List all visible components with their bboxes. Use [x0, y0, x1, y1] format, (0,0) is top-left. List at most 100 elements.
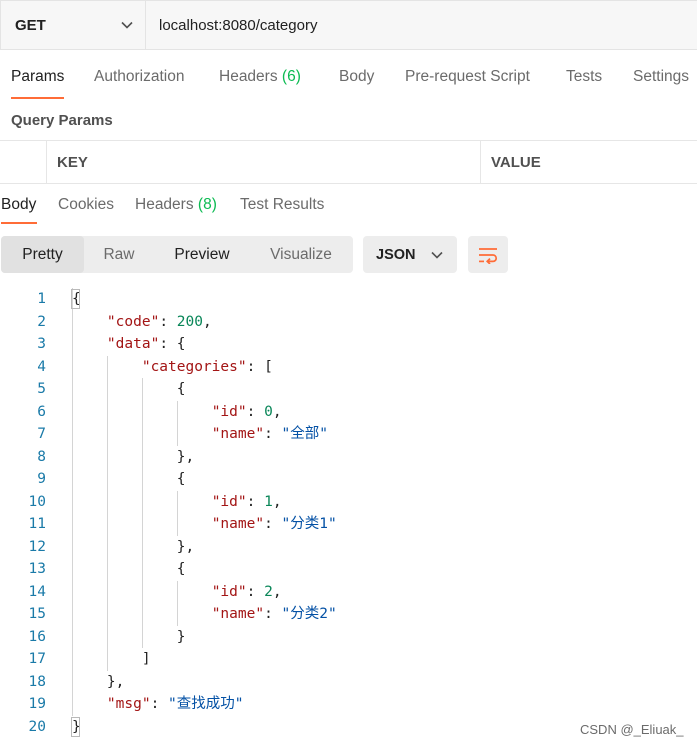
code-line: 5 {: [0, 378, 697, 401]
code-text: },: [72, 538, 195, 555]
code-line: 4 "categories": [: [0, 356, 697, 379]
active-tab-underline: [11, 97, 64, 99]
tab-count: (6): [281, 68, 301, 85]
line-number: 16: [28, 628, 46, 645]
code-line: 16 }: [0, 626, 697, 649]
visualize-button[interactable]: Visualize: [255, 236, 347, 273]
tab-label: Cookies: [58, 196, 114, 213]
line-number: 2: [37, 313, 46, 330]
code-text: {: [72, 381, 186, 397]
chevron-down-icon: [431, 251, 443, 259]
url-input[interactable]: localhost:8080/category: [146, 17, 317, 34]
tab-headers[interactable]: Headers (6): [219, 68, 301, 86]
pretty-button[interactable]: Pretty: [1, 236, 84, 273]
bracket-match-highlight: [71, 289, 80, 309]
line-number: 1: [37, 291, 46, 307]
code-text: "code": 200,: [106, 313, 212, 330]
request-bar: GET localhost:8080/category: [0, 0, 697, 50]
code-text: },: [72, 448, 195, 465]
raw-button[interactable]: Raw: [89, 236, 149, 273]
format-select[interactable]: JSON: [363, 236, 457, 273]
indent-guide: [177, 490, 178, 536]
chevron-down-icon: [121, 21, 133, 29]
line-number: 4: [37, 358, 46, 375]
code-line: 12 },: [0, 536, 697, 559]
code-line: 3 "data": {: [0, 333, 697, 356]
code-line: 1{: [0, 288, 697, 311]
key-column-header: KEY: [46, 141, 480, 183]
code-line: 18 },: [0, 671, 697, 694]
tab-count: (8): [197, 196, 217, 213]
code-text: ]: [72, 651, 151, 667]
code-text: {: [72, 561, 186, 577]
line-number: 17: [28, 651, 46, 667]
tab-authorization[interactable]: Authorization: [94, 68, 184, 86]
code-line: 19 "msg": "查找成功": [0, 693, 697, 716]
line-number: 7: [37, 426, 46, 442]
request-tabs: Params Authorization Headers (6) Body Pr…: [0, 68, 697, 102]
tab-label: Params: [11, 68, 65, 85]
line-number: 6: [37, 403, 46, 420]
code-text: },: [72, 673, 125, 690]
code-line: 2 "code": 200,: [0, 311, 697, 334]
method-select[interactable]: GET: [1, 1, 146, 49]
code-line: 17 ]: [0, 648, 697, 671]
code-line: 8 },: [0, 446, 697, 469]
code-line: 14 "id": 2,: [0, 581, 697, 604]
tab-label: Pre-request Script: [405, 68, 530, 85]
wrap-lines-icon: [479, 247, 497, 264]
code-line: 10 "id": 1,: [0, 491, 697, 514]
code-text: "name": "分类2": [211, 606, 337, 622]
tab-label: Headers: [219, 68, 278, 85]
tab-label: Authorization: [94, 68, 185, 85]
tab-label: Settings: [633, 68, 690, 85]
tab-response-headers[interactable]: Headers (8): [135, 196, 217, 214]
tab-test-results[interactable]: Test Results: [240, 196, 324, 214]
line-number: 18: [28, 673, 46, 690]
code-line: 7 "name": "全部": [0, 423, 697, 446]
line-number: 8: [37, 448, 46, 465]
tab-tests[interactable]: Tests: [566, 68, 602, 86]
bracket-match-highlight: [71, 716, 80, 737]
tab-label: Body: [339, 68, 375, 85]
code-line: 9 {: [0, 468, 697, 491]
indent-guide: [107, 355, 108, 671]
tab-label: Tests: [566, 68, 603, 85]
wrap-lines-button[interactable]: [468, 236, 508, 273]
code-line: 6 "id": 0,: [0, 401, 697, 424]
preview-button[interactable]: Preview: [163, 236, 241, 273]
tab-label: Headers: [135, 196, 194, 213]
line-number: 14: [28, 583, 46, 600]
code-line: 15 "name": "分类2": [0, 603, 697, 626]
code-text: "data": {: [106, 336, 186, 352]
code-text: "categories": [: [141, 358, 273, 375]
indent-guide: [177, 580, 178, 626]
tab-label: Test Results: [240, 196, 325, 213]
line-number: 12: [28, 538, 46, 555]
response-tabs: Body Cookies Headers (8) Test Results: [0, 196, 697, 226]
line-number: 20: [28, 718, 46, 735]
code-text: "msg": "查找成功": [106, 696, 244, 712]
code-text: }: [72, 628, 186, 645]
active-response-tab-underline: [1, 222, 37, 224]
line-number: 10: [28, 493, 46, 510]
tab-pre-request-script[interactable]: Pre-request Script: [405, 68, 530, 86]
code-text: "name": "全部": [211, 426, 329, 442]
view-mode-group: Pretty Raw Preview Visualize: [1, 236, 353, 273]
line-number: 3: [37, 336, 46, 352]
method-label: GET: [15, 16, 46, 34]
indent-guide: [177, 400, 178, 446]
line-number: 15: [28, 606, 46, 622]
indent-guide: [142, 378, 143, 648]
tab-response-body[interactable]: Body: [1, 196, 36, 214]
line-number: 5: [37, 381, 46, 397]
format-label: JSON: [376, 246, 416, 263]
query-params-table: KEY VALUE: [0, 140, 697, 184]
line-number: 19: [28, 696, 46, 712]
watermark: CSDN @_Eliuak_: [580, 722, 684, 737]
tab-settings[interactable]: Settings: [633, 68, 689, 86]
tab-body[interactable]: Body: [339, 68, 374, 86]
tab-cookies[interactable]: Cookies: [58, 196, 114, 214]
line-number: 9: [37, 471, 46, 487]
tab-params[interactable]: Params: [11, 68, 64, 86]
